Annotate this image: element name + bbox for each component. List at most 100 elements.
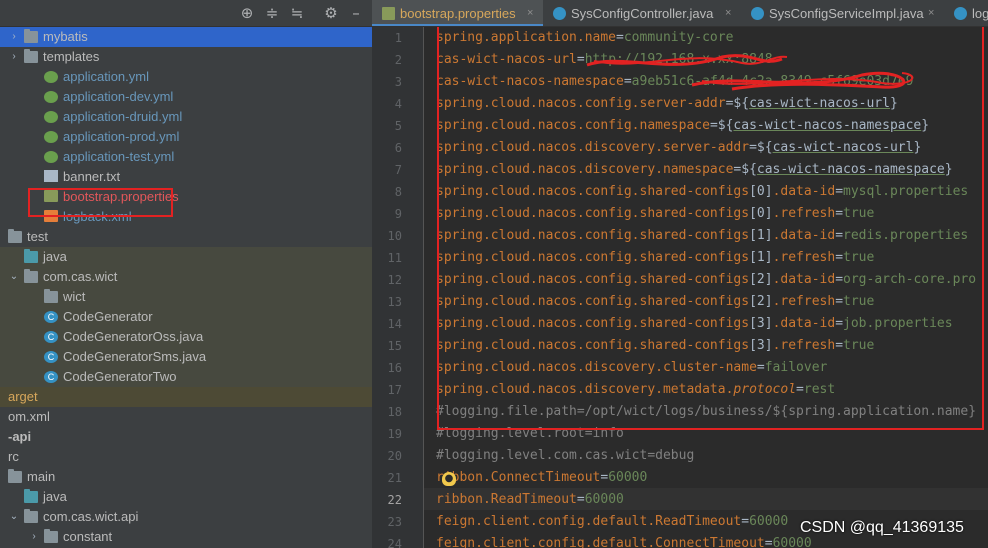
line-number: 15	[387, 339, 402, 353]
tree-item-label: wict	[63, 289, 86, 304]
code-token: =	[741, 514, 750, 529]
editor-tab[interactable]: SysConfigServiceImpl.java ×	[741, 0, 944, 26]
tree-item-label: com.cas.wict.api	[43, 509, 139, 524]
code-line[interactable]: ribbon.ReadTimeout=60000	[436, 489, 624, 511]
line-number: 8	[394, 185, 402, 199]
locate-icon[interactable]: ⊕	[237, 3, 257, 23]
tree-item[interactable]: om.xml	[0, 407, 372, 427]
annotation-box-tree	[28, 188, 173, 217]
tab-label: SysConfigServiceImpl.java	[769, 6, 924, 21]
code-line[interactable]: feign.client.config.default.ReadTimeout=…	[436, 511, 788, 533]
source-folder-icon	[24, 489, 38, 503]
tree-item[interactable]: C CodeGenerator	[0, 307, 372, 327]
tree-item-label: banner.txt	[63, 169, 121, 184]
code-token: ribbon.ReadTimeout	[436, 492, 577, 507]
chevron-down-icon[interactable]: ⌄	[8, 267, 20, 287]
tree-item[interactable]: › templates	[0, 47, 372, 67]
tree-item[interactable]: ⌄ com.cas.wict.api	[0, 507, 372, 527]
java-file-icon: C	[44, 331, 58, 343]
spring-leaf-icon	[44, 111, 58, 123]
line-number: 16	[387, 361, 402, 375]
tree-item[interactable]: -api	[0, 427, 372, 447]
editor-tab-bar: bootstrap.properties × SysConfigController…	[372, 0, 988, 27]
line-number: 9	[394, 207, 402, 221]
chevron-right-icon[interactable]: ›	[28, 527, 40, 547]
tree-item-label: application-test.yml	[63, 149, 175, 164]
tree-item[interactable]: application-druid.yml	[0, 107, 372, 127]
line-number: 17	[387, 383, 402, 397]
tree-item[interactable]: java	[0, 487, 372, 507]
tree-item[interactable]: ⌄ test	[0, 227, 372, 247]
line-number: 4	[394, 97, 402, 111]
editor-tab[interactable]: bootstrap.properties ×	[372, 0, 543, 26]
tree-item-label: rc	[8, 449, 19, 464]
tree-item[interactable]: application-test.yml	[0, 147, 372, 167]
tree-item[interactable]: › mybatis	[0, 27, 372, 47]
chevron-down-icon[interactable]: ⌄	[8, 507, 20, 527]
line-number: 18	[387, 405, 402, 419]
tree-item[interactable]: C CodeGeneratorOss.java	[0, 327, 372, 347]
tree-item[interactable]: java	[0, 247, 372, 267]
tree-item[interactable]: application-dev.yml	[0, 87, 372, 107]
class-icon: C	[44, 311, 58, 323]
code-editor[interactable]: 1 2 3 4 5 6 7 8 9 10 11 12 13 14 15 16 17 18 19 20 21 22 23 24 …	[372, 27, 988, 548]
tree-item-label: application-prod.yml	[63, 129, 180, 144]
code-token: 60000	[749, 514, 789, 529]
tree-item[interactable]: banner.txt	[0, 167, 372, 187]
tree-item[interactable]: C CodeGeneratorSms.java	[0, 347, 372, 367]
tree-item[interactable]: application-prod.yml	[0, 127, 372, 147]
editor-tab[interactable]: logb	[944, 0, 988, 26]
tree-item[interactable]: application.yml	[0, 67, 372, 87]
code-line[interactable]: feign.client.config.default.ConnectTimeo…	[436, 533, 812, 548]
package-icon	[44, 289, 58, 303]
editor-tab[interactable]: SysConfigController.java ×	[543, 0, 741, 26]
code-line[interactable]: #logging.level.com.cas.wict=debug	[436, 445, 694, 467]
spring-leaf-icon	[44, 151, 58, 163]
tree-item[interactable]: ⌄ main	[0, 467, 372, 487]
project-toolbar: ⊕ ≑ ≒ ⚙ –	[0, 0, 372, 27]
chevron-down-icon[interactable]: ⌄	[0, 467, 4, 487]
collapse-all-icon[interactable]: ≒	[287, 3, 307, 23]
close-icon[interactable]: ×	[725, 0, 731, 26]
tree-item-label: CodeGenerator	[63, 309, 153, 324]
folder-icon	[8, 229, 22, 243]
tree-item-label: CodeGeneratorOss.java	[63, 329, 204, 344]
code-line[interactable]: ribbon.ConnectTimeout=60000	[436, 467, 647, 489]
expand-all-icon[interactable]: ≑	[262, 3, 282, 23]
chevron-right-icon[interactable]: ›	[8, 27, 20, 47]
code-token: #logging.level.com.cas.wict=debug	[436, 448, 695, 463]
line-number: 21	[387, 471, 402, 485]
folder-icon	[24, 49, 38, 63]
tree-item[interactable]: rc	[0, 447, 372, 467]
folder-icon	[24, 29, 38, 43]
tree-item-label: application-dev.yml	[63, 89, 174, 104]
code-token: =	[764, 536, 773, 548]
tree-item[interactable]: C CodeGeneratorTwo	[0, 367, 372, 387]
spring-leaf-icon	[44, 91, 58, 103]
chevron-right-icon[interactable]: ›	[8, 47, 20, 67]
settings-icon[interactable]: ⚙	[321, 3, 341, 23]
line-number: 6	[394, 141, 402, 155]
tree-item[interactable]: wict	[0, 287, 372, 307]
code-token: 60000	[608, 470, 648, 485]
close-icon[interactable]: ×	[527, 0, 533, 26]
java-file-icon: C	[44, 351, 58, 363]
tree-item[interactable]: › constant	[0, 527, 372, 547]
watermark: CSDN @qq_41369135	[800, 519, 964, 536]
code-token: =	[576, 492, 585, 507]
tree-item-label: CodeGeneratorTwo	[63, 369, 177, 384]
redaction-scribble	[586, 54, 914, 91]
tree-item-label: -api	[8, 429, 32, 444]
chevron-down-icon[interactable]: ⌄	[0, 227, 4, 247]
tree-item[interactable]: arget	[0, 387, 372, 407]
tree-item-label: main	[27, 469, 56, 484]
code-token: feign.client.config.default.ConnectTimeo…	[436, 536, 765, 548]
code-token: feign.client.config.default.ReadTimeout	[436, 514, 742, 529]
tree-item[interactable]: ⌄ com.cas.wict	[0, 267, 372, 287]
project-panel: ⊕ ≑ ≒ ⚙ – › mybatis › templates application.…	[0, 0, 372, 548]
tree-item-label: CodeGeneratorSms.java	[63, 349, 207, 364]
lightbulb-icon[interactable]: ●	[442, 472, 456, 486]
hide-icon[interactable]: –	[346, 3, 366, 23]
close-icon[interactable]: ×	[928, 0, 934, 26]
tab-label: logb	[972, 6, 988, 21]
